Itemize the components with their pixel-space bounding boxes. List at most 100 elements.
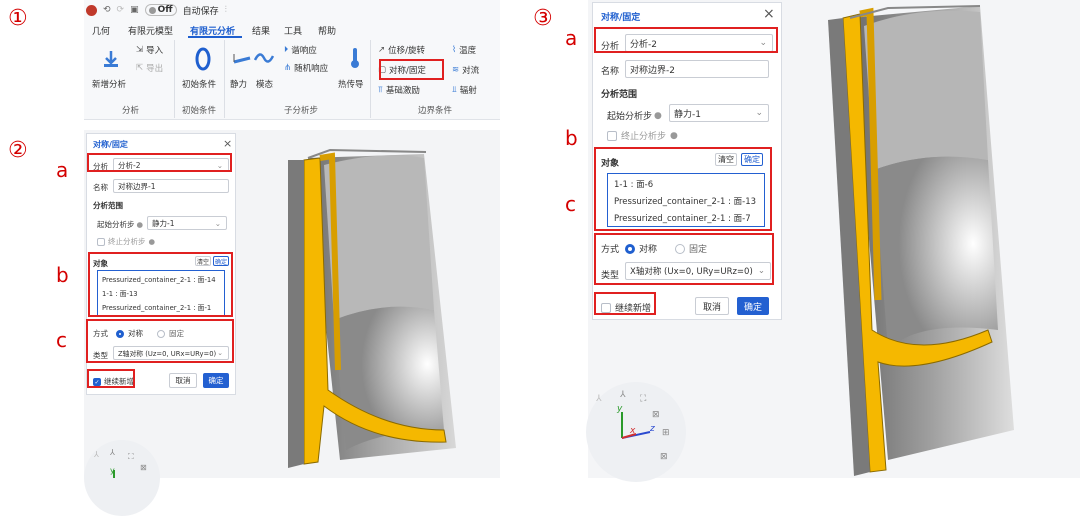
y-axis-line (113, 470, 115, 478)
customize-icon[interactable]: ⫶ (225, 5, 227, 15)
import-label: 导入 (146, 46, 164, 56)
frame-icon[interactable]: ⊠ (660, 452, 668, 462)
view-axis-icon[interactable]: ⅄ (620, 390, 626, 400)
fit-view-icon[interactable]: ⛶ (128, 452, 134, 462)
chevron-down-icon: ⌄ (214, 218, 221, 228)
random-label: 随机响应 (294, 64, 329, 74)
step-1-marker: ① (8, 6, 28, 31)
tab-help[interactable]: 帮助 (318, 24, 336, 37)
base-exc-label: 基础激励 (385, 86, 420, 96)
view-iso-icon[interactable]: ⅄ (596, 394, 602, 404)
new-analysis-icon[interactable] (100, 48, 122, 70)
highlight-type (86, 319, 234, 363)
harmonic-label: 谐响应 (291, 46, 317, 56)
base-exc-button[interactable]: ⫪ 基础激励 (378, 84, 420, 96)
tab-tools[interactable]: 工具 (284, 24, 302, 37)
autosave-toggle[interactable]: Off (144, 4, 177, 16)
ok-button[interactable]: 确定 (737, 297, 769, 315)
highlight-continue (87, 369, 135, 388)
stop-step-row[interactable]: 终止分析步 ● (607, 129, 678, 142)
base-exc-icon: ⫪ (378, 85, 383, 95)
highlight-sym-fixed (379, 59, 444, 80)
range-title: 分析范围 (93, 201, 123, 210)
random-icon: ⋔ (284, 63, 292, 73)
convection-label: 对流 (462, 66, 480, 76)
export-button[interactable]: ⇱ 导出 (136, 62, 163, 74)
temperature-icon: ⌇ (452, 45, 457, 55)
ribbon-separator (224, 40, 225, 118)
start-step-value: 静力-1 (674, 109, 701, 120)
view-axis-icon[interactable]: ⅄ (110, 448, 115, 457)
help-icon[interactable]: ● (137, 220, 144, 229)
highlight-analysis (87, 153, 232, 172)
marker-c: c (565, 192, 576, 216)
dialog-title: 对称/固定 (93, 140, 128, 149)
start-step-select[interactable]: 静力-1 ⌄ (669, 104, 769, 122)
quick-access-bar: ⟲ ⟳ ▣ Off 自动保存 ⫶ (86, 3, 227, 17)
radiation-button[interactable]: ⫫ 辐射 (452, 84, 477, 96)
modal-button[interactable]: 模态 (256, 78, 273, 90)
highlight-continue (594, 292, 656, 315)
start-step-text: 起始分析步 (97, 220, 135, 229)
help-icon[interactable]: ● (670, 131, 678, 141)
dialog-title: 对称/固定 (601, 13, 641, 23)
temperature-label: 温度 (459, 46, 477, 56)
highlight-objects (88, 252, 233, 317)
convection-button[interactable]: ≋ 对流 (452, 64, 479, 76)
help-icon[interactable]: ● (654, 111, 662, 121)
stop-step-row[interactable]: 终止分析步 ● (97, 236, 155, 247)
stop-step-checkbox[interactable] (607, 130, 617, 141)
heat-button[interactable]: 热传导 (338, 78, 364, 90)
name-field[interactable]: 对称边界-1 (113, 179, 229, 193)
temperature-button[interactable]: ⌇ 温度 (452, 44, 476, 56)
z-axis-label: z (650, 424, 655, 434)
chevron-down-icon: ⌄ (755, 108, 763, 118)
cancel-button[interactable]: 取消 (169, 373, 197, 388)
stop-step-checkbox[interactable] (97, 237, 105, 246)
disp-rot-button[interactable]: ↗ 位移/旋转 (378, 44, 425, 56)
stop-step-label: 终止分析步 (108, 237, 146, 246)
radiation-icon: ⫫ (452, 85, 457, 95)
disp-rot-icon: ↗ (378, 45, 386, 55)
close-icon[interactable]: × (223, 137, 232, 150)
tab-fe-model[interactable]: 有限元模型 (128, 24, 173, 37)
redo-icon[interactable]: ⟳ (117, 5, 125, 15)
cancel-button[interactable]: 取消 (695, 297, 729, 315)
export-icon: ⇱ (136, 63, 144, 73)
initial-condition-icon[interactable] (192, 46, 214, 72)
convection-icon: ≋ (452, 65, 460, 75)
step-3-marker: ③ (533, 6, 553, 31)
range-title: 分析范围 (601, 90, 638, 100)
start-step-select[interactable]: 静力-1 ⌄ (147, 216, 227, 230)
marker-a: a (565, 26, 578, 50)
name-label: 名称 (601, 67, 620, 77)
close-icon[interactable]: × (763, 6, 775, 22)
zoom-icon[interactable]: ⊠ (140, 463, 147, 472)
import-button[interactable]: ⇲ 导入 (136, 44, 163, 56)
static-button[interactable]: 静力 (230, 78, 247, 90)
fit-view-icon[interactable]: ⛶ (640, 394, 646, 404)
initial-condition-button[interactable]: 初始条件 (182, 78, 216, 90)
harmonic-button[interactable]: ⏵ 谐响应 (284, 44, 317, 56)
new-analysis-button[interactable]: 新增分析 (92, 78, 126, 90)
name-label: 名称 (93, 183, 108, 192)
heat-icon[interactable] (348, 46, 362, 70)
toggle-knob-icon (148, 6, 156, 14)
random-button[interactable]: ⋔ 随机响应 (284, 62, 328, 74)
disp-rot-label: 位移/旋转 (388, 46, 425, 56)
export-label: 导出 (146, 64, 164, 74)
static-icon[interactable] (232, 48, 252, 68)
stop-step-label: 终止分析步 (621, 132, 667, 142)
ribbon-separator (370, 40, 371, 118)
undo-icon[interactable]: ⟲ (103, 5, 111, 15)
marker-a: a (56, 158, 69, 182)
view-iso-icon[interactable]: ⅄ (94, 450, 99, 459)
tab-geometry[interactable]: 几何 (92, 24, 110, 37)
save-icon[interactable]: ▣ (130, 5, 139, 15)
ok-button[interactable]: 确定 (203, 373, 229, 388)
help-icon[interactable]: ● (149, 237, 156, 246)
name-field[interactable]: 对称边界-2 (625, 60, 769, 78)
highlight-analysis (594, 27, 778, 53)
modal-icon[interactable] (253, 48, 275, 68)
tab-results[interactable]: 结果 (252, 24, 270, 37)
